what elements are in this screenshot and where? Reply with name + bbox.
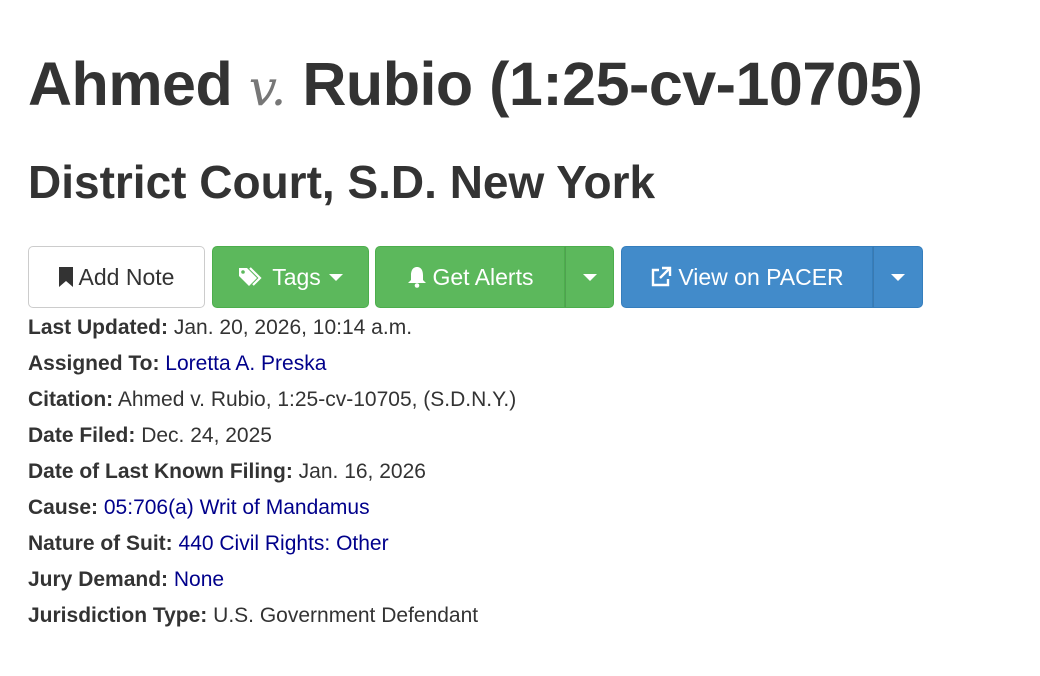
detail-last-known-filing: Date of Last Known Filing: Jan. 16, 2026 xyxy=(28,454,516,490)
detail-nature-of-suit: Nature of Suit: 440 Civil Rights: Other xyxy=(28,526,516,562)
case-page: Ahmed v. Rubio (1:25-cv-10705) District … xyxy=(0,0,1040,676)
detail-jurisdiction-type: Jurisdiction Type: U.S. Government Defen… xyxy=(28,598,516,634)
case-versus: v. xyxy=(248,59,287,117)
detail-label: Assigned To: xyxy=(28,352,160,375)
bell-icon xyxy=(407,266,427,288)
view-on-pacer-button[interactable]: View on PACER xyxy=(621,246,873,308)
detail-cause: Cause: 05:706(a) Writ of Mandamus xyxy=(28,490,516,526)
court-name: District Court, S.D. New York xyxy=(28,156,656,208)
detail-value: U.S. Government Defendant xyxy=(213,604,479,627)
tags-label: Tags xyxy=(272,263,321,290)
detail-last-updated: Last Updated: Jan. 20, 2026, 10:14 a.m. xyxy=(28,310,516,346)
judge-link[interactable]: Loretta A. Preska xyxy=(165,352,326,375)
detail-label: Jurisdiction Type: xyxy=(28,604,208,627)
detail-label: Date of Last Known Filing: xyxy=(28,460,293,483)
get-alerts-label: Get Alerts xyxy=(432,263,534,290)
case-party-left: Ahmed xyxy=(28,50,233,118)
external-link-icon xyxy=(650,266,672,288)
detail-jury-demand: Jury Demand: None xyxy=(28,562,516,598)
detail-value: Jan. 20, 2026, 10:14 a.m. xyxy=(173,316,413,339)
detail-label: Last Updated: xyxy=(28,316,169,339)
bookmark-icon xyxy=(58,267,73,287)
detail-assigned-to: Assigned To: Loretta A. Preska xyxy=(28,346,516,382)
case-party-right: Rubio (1:25-cv-10705) xyxy=(302,50,923,118)
detail-label: Cause: xyxy=(28,496,99,519)
chevron-down-icon xyxy=(891,273,905,281)
detail-date-filed: Date Filed: Dec. 24, 2025 xyxy=(28,418,516,454)
detail-value: Jan. 16, 2026 xyxy=(298,460,426,483)
case-details: Last Updated: Jan. 20, 2026, 10:14 a.m. … xyxy=(28,310,516,634)
view-on-pacer-label: View on PACER xyxy=(678,263,844,290)
detail-label: Jury Demand: xyxy=(28,568,169,591)
detail-label: Date Filed: xyxy=(28,424,136,447)
detail-value: Dec. 24, 2025 xyxy=(141,424,272,447)
add-note-label: Add Note xyxy=(78,263,175,290)
tags-icon xyxy=(238,266,266,288)
detail-label: Nature of Suit: xyxy=(28,532,173,555)
detail-citation: Citation: Ahmed v. Rubio, 1:25-cv-10705,… xyxy=(28,382,516,418)
detail-value: Ahmed v. Rubio, 1:25-cv-10705, (S.D.N.Y.… xyxy=(117,388,517,411)
pacer-dropdown-toggle[interactable] xyxy=(873,246,923,308)
add-note-button[interactable]: Add Note xyxy=(28,246,205,308)
cause-link[interactable]: 05:706(a) Writ of Mandamus xyxy=(104,496,370,519)
page-title: Ahmed v. Rubio (1:25-cv-10705) xyxy=(28,44,923,128)
tags-button[interactable]: Tags xyxy=(212,246,369,308)
case-toolbar: Add Note Tags Get Alerts View on PACER xyxy=(28,246,923,308)
chevron-down-icon xyxy=(582,273,597,281)
nature-of-suit-link[interactable]: 440 Civil Rights: Other xyxy=(179,532,389,555)
alerts-dropdown-toggle[interactable] xyxy=(565,246,614,308)
chevron-down-icon xyxy=(328,273,343,281)
detail-label: Citation: xyxy=(28,388,114,411)
get-alerts-button[interactable]: Get Alerts xyxy=(375,246,565,308)
jury-demand-link[interactable]: None xyxy=(174,568,224,591)
